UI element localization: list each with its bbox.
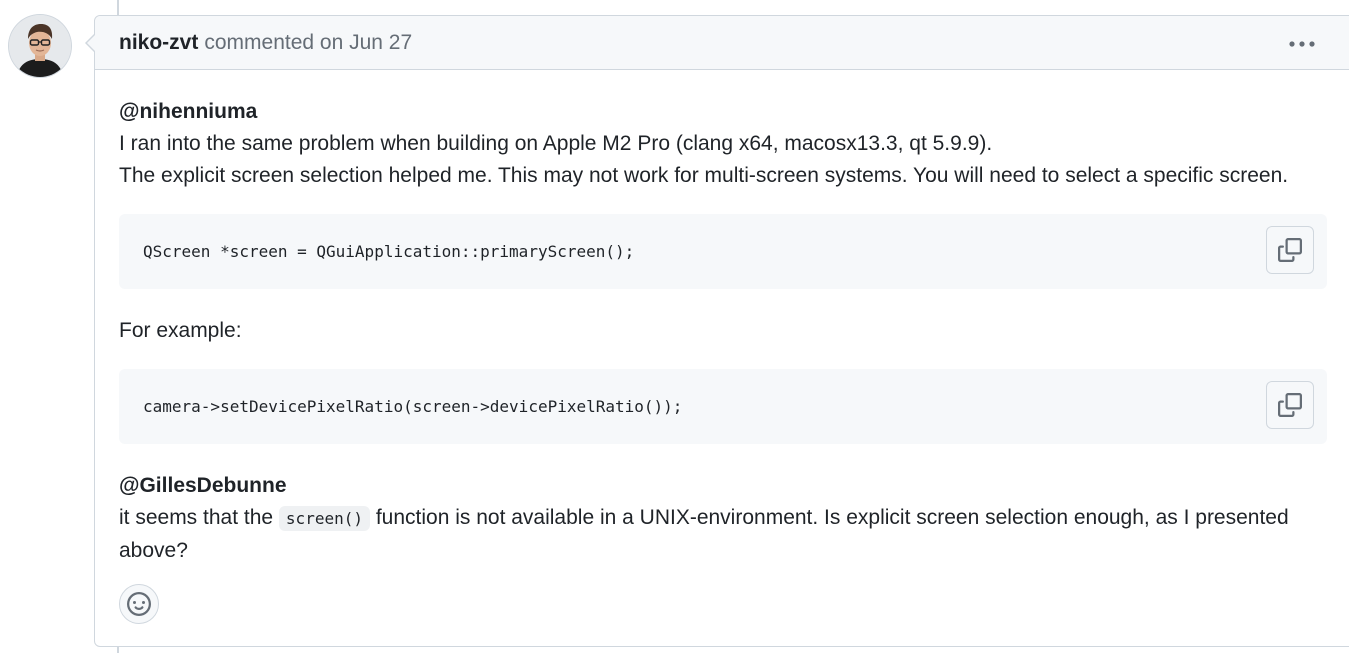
body-line-3-start: it seems that the — [119, 506, 274, 529]
author-link[interactable]: niko-zvt — [119, 31, 198, 55]
comment-meta: commented on Jun 27 — [204, 31, 412, 55]
kebab-horizontal-icon — [1289, 41, 1315, 47]
code-text-2: camera->setDevicePixelRatio(screen->devi… — [143, 396, 683, 416]
code-block-1: QScreen *screen = QGuiApplication::prima… — [119, 214, 1327, 289]
mention-nihenniuma[interactable]: @nihenniuma — [119, 96, 1331, 128]
code-block-2: camera->setDevicePixelRatio(screen->devi… — [119, 369, 1327, 444]
mention-gillesdebunne[interactable]: @GillesDebunne — [119, 470, 1331, 502]
body-line-2: The explicit screen selection helped me.… — [119, 164, 1289, 187]
example-label: For example: — [119, 319, 242, 342]
copy-icon — [1278, 238, 1302, 262]
comment-options-button[interactable] — [1287, 32, 1317, 56]
copy-button-1[interactable] — [1266, 226, 1314, 274]
copy-button-2[interactable] — [1266, 381, 1314, 429]
code-text-1: QScreen *screen = QGuiApplication::prima… — [143, 241, 635, 261]
comment-date[interactable]: Jun 27 — [349, 31, 412, 54]
copy-icon — [1278, 393, 1302, 417]
comment-box: niko-zvt commented on Jun 27 @nihenniuma… — [94, 15, 1349, 647]
inline-code-screen: screen() — [278, 506, 370, 531]
smiley-icon — [127, 592, 151, 616]
issue-timeline: niko-zvt commented on Jun 27 @nihenniuma… — [0, 0, 1349, 653]
avatar[interactable] — [9, 15, 71, 77]
comment-body: @nihenniuma I ran into the same problem … — [95, 70, 1349, 567]
comment-action: commented on — [204, 30, 344, 54]
body-line-3: it seems that the screen() function is n… — [119, 502, 1299, 567]
add-reaction-button[interactable] — [119, 584, 159, 624]
comment-header: niko-zvt commented on Jun 27 — [95, 16, 1349, 70]
comment-caret-inner — [87, 34, 96, 52]
body-line-1: I ran into the same problem when buildin… — [119, 132, 993, 155]
